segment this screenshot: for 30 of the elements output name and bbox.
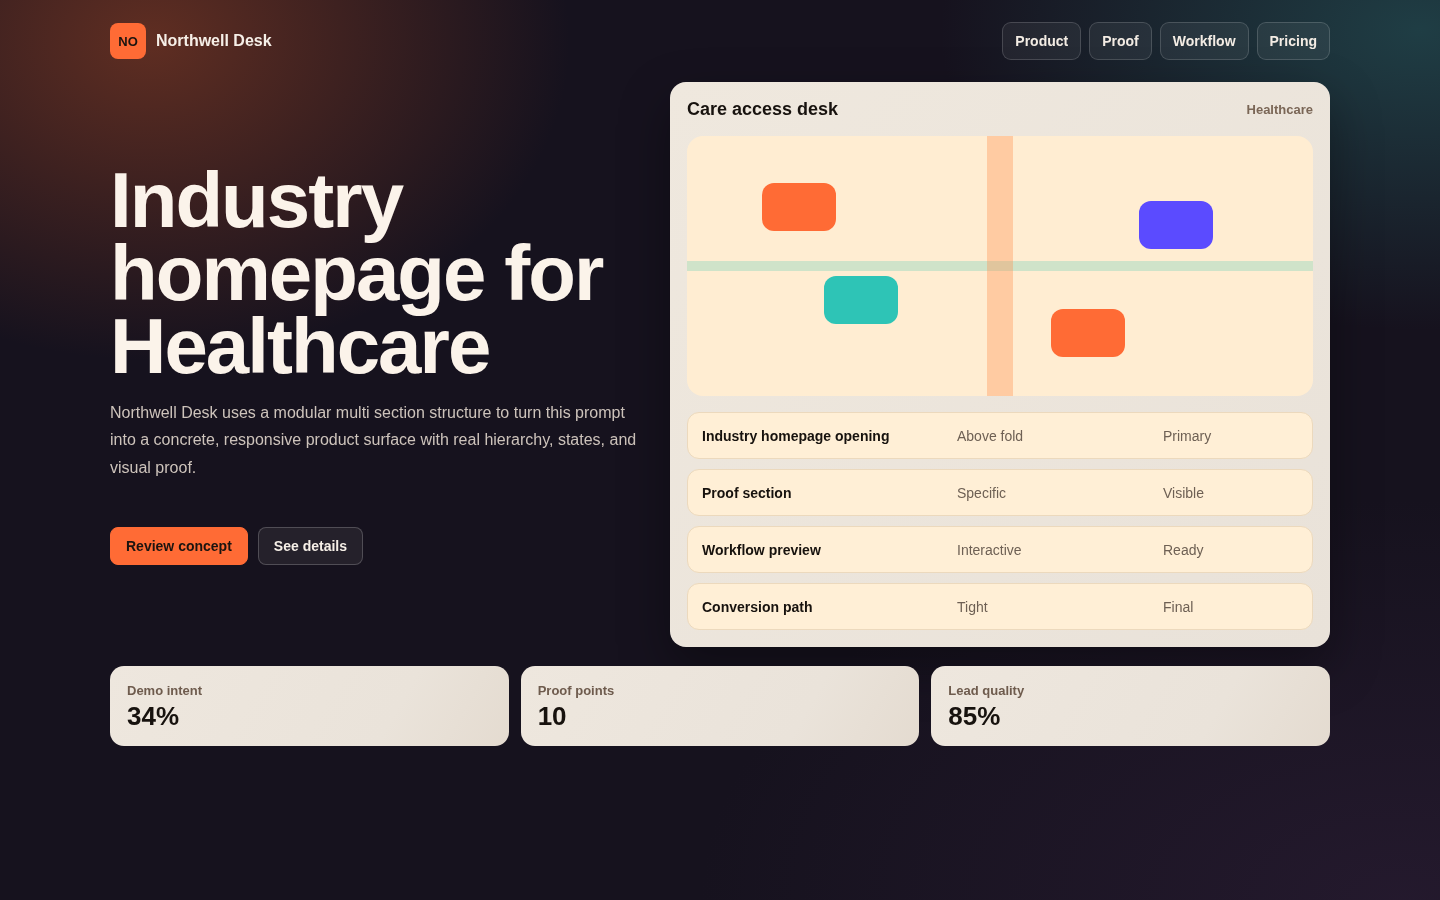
row-label: Conversion path <box>702 598 814 615</box>
stat-label: Lead quality <box>948 683 1026 698</box>
nav-link[interactable]: Pricing <box>1256 22 1330 60</box>
row-status: Primary <box>1163 427 1213 444</box>
row-detail: Above fold <box>957 427 1025 444</box>
panel-tag: Healthcare <box>1246 101 1313 117</box>
secondary-button[interactable]: See details <box>257 527 363 566</box>
stat-value: 34% <box>127 701 181 732</box>
row-detail: Tight <box>957 598 989 615</box>
nav-link[interactable]: Proof <box>1089 22 1152 60</box>
stat-value: 85% <box>948 701 1002 732</box>
row-detail: Specific <box>957 484 1008 501</box>
hero-description: Northwell Desk uses a modular multi section structure to turn this prompt into a concrete, responsive product surface with real hierarchy, states, and visual proof. <box>110 402 638 478</box>
stat-value: 10 <box>537 701 568 732</box>
row-label: Industry homepage opening <box>702 427 891 444</box>
stat-label: Demo intent <box>127 683 204 698</box>
row-status: Final <box>1163 598 1195 615</box>
primary-button[interactable]: Review concept <box>110 527 248 566</box>
brand-name: Northwell Desk <box>156 32 272 50</box>
row-status: Visible <box>1163 484 1205 501</box>
nav-link[interactable]: Workflow <box>1159 22 1249 60</box>
brand-logo: NO <box>110 23 146 59</box>
row-label: Proof section <box>702 484 793 501</box>
panel-title: Care access desk <box>687 98 839 120</box>
row-label: Workflow preview <box>702 541 822 558</box>
hero-heading: Industry homepage for Healthcare <box>110 163 604 383</box>
row-detail: Interactive <box>957 541 1023 558</box>
stat-label: Proof points <box>537 683 616 698</box>
row-status: Ready <box>1163 541 1205 558</box>
nav-link[interactable]: Product <box>1002 22 1082 60</box>
